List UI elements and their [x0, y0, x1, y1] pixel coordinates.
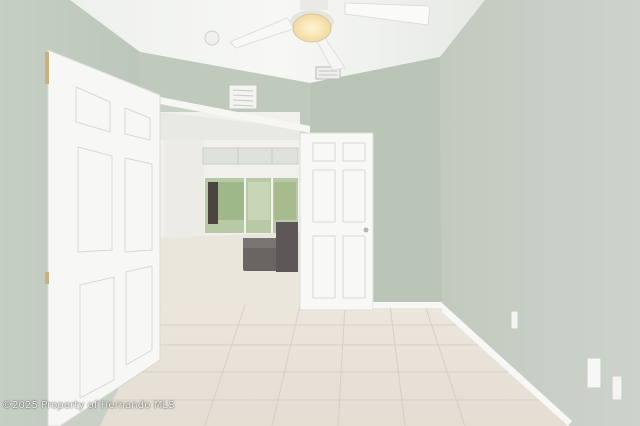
left-door [45, 49, 161, 426]
sofa [276, 222, 298, 272]
watermark: ©2025 Property of Hernando MLS [2, 400, 175, 411]
adjacent-room [158, 112, 300, 305]
right-door [299, 132, 374, 311]
wall-outlet [611, 375, 623, 401]
baseboard [373, 302, 442, 308]
door-hinge [45, 272, 49, 284]
wall-outlet [586, 357, 602, 389]
air-vent [228, 84, 258, 110]
room-photo: ©2025 Property of Hernando MLS [0, 0, 640, 426]
smoke-detector [204, 30, 220, 46]
door-knob [363, 227, 369, 233]
door-hinge [45, 52, 49, 84]
wall-outlet [510, 310, 519, 330]
